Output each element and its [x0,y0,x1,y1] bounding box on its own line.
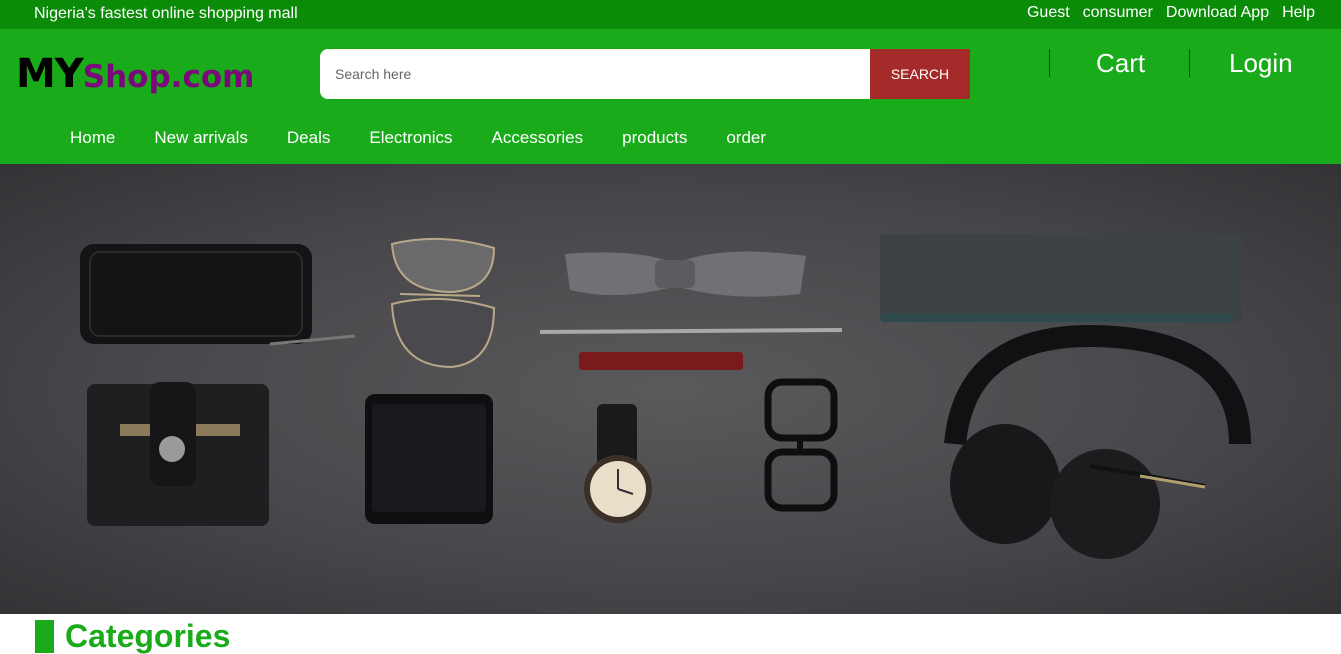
help-link[interactable]: Help [1282,4,1315,22]
consumer-link[interactable]: consumer [1083,4,1153,22]
pen-icon [539,328,843,334]
logo-shop: Shop.com [82,59,255,95]
headphones-icon [944,324,1251,559]
main-nav: Home New arrivals Deals Electronics Acce… [70,128,766,148]
heading-accent-bar [35,619,54,653]
lighter-icon [579,352,743,370]
search-button[interactable]: SEARCH [870,49,970,99]
card-holder-icon [87,382,269,526]
top-bar: Nigeria's fastest online shopping mall G… [0,0,1341,29]
nav-products[interactable]: products [622,128,687,148]
nav-electronics[interactable]: Electronics [369,128,452,148]
top-links: Guest consumer Download App Help [1027,4,1315,22]
header: MYShop.com SEARCH Cart Login Home New ar… [0,29,1341,164]
search-input[interactable] [320,49,870,99]
logo-my: MY [16,51,84,97]
hero-banner [0,164,1341,614]
nav-deals[interactable]: Deals [287,128,330,148]
login-link[interactable]: Login [1229,48,1293,79]
categories-heading: Categories [35,618,230,654]
cart-link[interactable]: Cart [1096,48,1145,79]
guest-link[interactable]: Guest [1027,4,1070,22]
glasses-icon [764,378,838,512]
watch-icon [584,404,652,523]
bow-tie-icon [565,251,806,297]
wallet-icon [80,244,356,346]
smartphone-icon [365,394,493,524]
section-title: Categories [65,618,231,654]
download-app-link[interactable]: Download App [1166,4,1269,22]
tagline: Nigeria's fastest online shopping mall [34,5,298,22]
nav-new-arrivals[interactable]: New arrivals [154,128,248,148]
logo[interactable]: MYShop.com [16,51,254,97]
search-bar: SEARCH [320,49,970,99]
sunglasses-icon [390,237,496,369]
nav-accessories[interactable]: Accessories [492,128,584,148]
nav-home[interactable]: Home [70,128,115,148]
hero-image [80,234,1251,559]
divider [1189,49,1190,77]
notebook-icon [880,234,1242,322]
divider [1049,49,1050,77]
nav-order[interactable]: order [726,128,766,148]
